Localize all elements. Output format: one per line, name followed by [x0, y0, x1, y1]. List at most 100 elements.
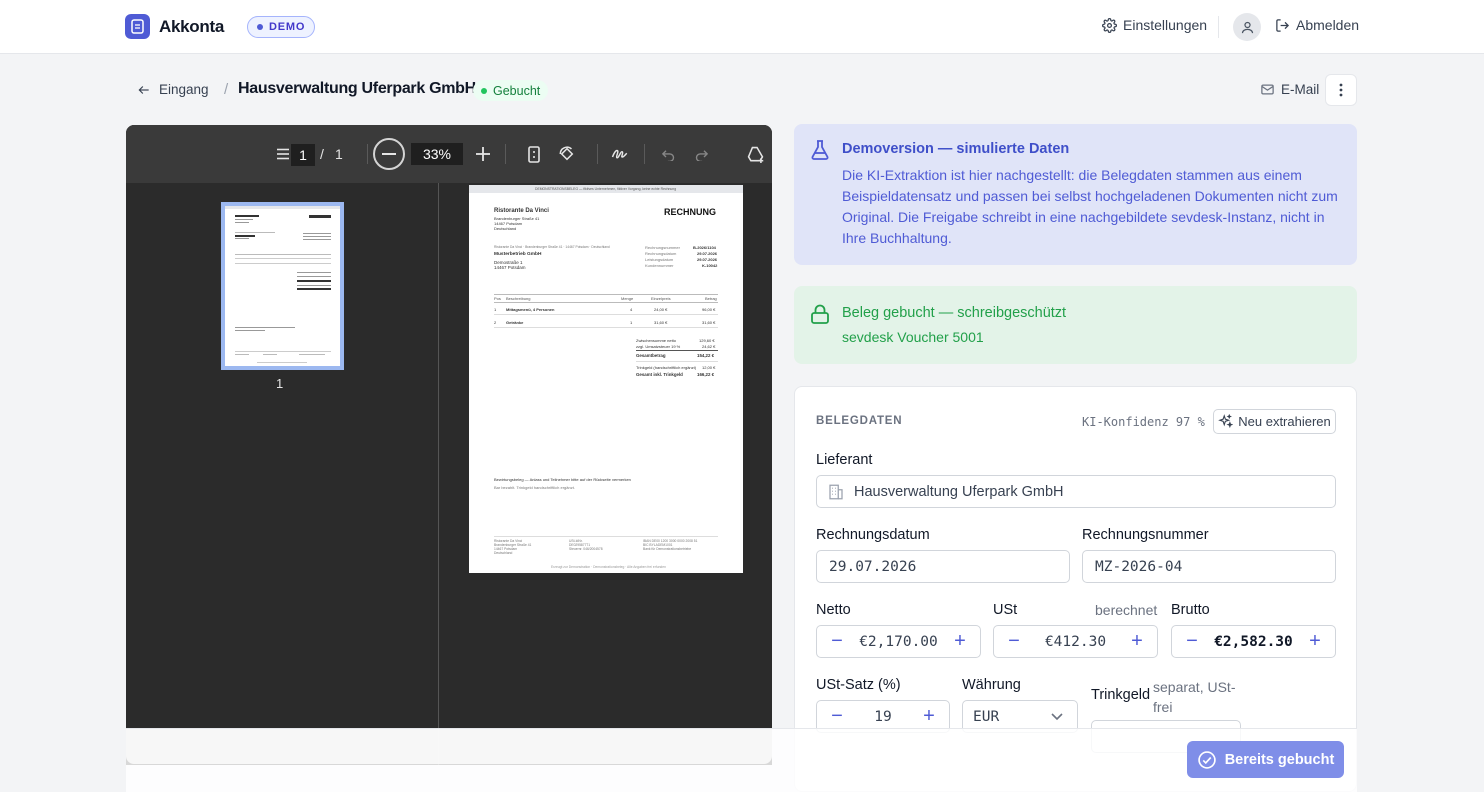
- more-vertical-icon: [1339, 83, 1343, 97]
- zoom-out-button[interactable]: [373, 138, 405, 170]
- net-stepper[interactable]: − €2,170.00 +: [816, 625, 981, 658]
- document-type: RECHNUNG: [664, 207, 717, 217]
- total-key: zzgl. Umsatzsteuer 19 %: [636, 344, 681, 349]
- toolbar-divider: [367, 144, 368, 164]
- meta-key: Rechnungsdatum: [645, 251, 677, 256]
- meta-value: K-10042: [702, 263, 718, 268]
- increment-icon[interactable]: +: [918, 705, 940, 727]
- zoom-in-icon[interactable]: [472, 143, 494, 165]
- footer-note: Erzeugt zur Demonstration · Demonstratio…: [551, 565, 666, 569]
- row-qty: 1: [630, 320, 633, 325]
- supplier-field[interactable]: Hausverwaltung Uferpark GmbH: [816, 475, 1336, 508]
- pdf-viewer: 1 / 1 33% 1 DEMONSTRATIONSBELEG — fiktiv…: [126, 125, 772, 765]
- email-button[interactable]: E-Mail: [1260, 82, 1319, 97]
- avatar[interactable]: [1233, 13, 1261, 41]
- vendor-name: Ristorante Da Vinci: [494, 208, 549, 214]
- increment-icon[interactable]: +: [1304, 630, 1326, 652]
- vendor-address-3: Deutschland: [494, 226, 517, 231]
- table-rule: [494, 302, 718, 303]
- more-actions-button[interactable]: [1325, 74, 1357, 106]
- divider: [1218, 16, 1219, 38]
- col-qty: Menge: [621, 296, 634, 301]
- row-unit: 24,00 €: [654, 307, 668, 312]
- rotate-icon[interactable]: [556, 143, 578, 165]
- footer-text: Bank für Demonstrationsbetriebe: [643, 547, 692, 551]
- mail-icon: [1261, 84, 1274, 95]
- meta-value: B-2026/1104: [693, 245, 716, 250]
- arrow-left-icon: [138, 85, 149, 94]
- booked-notice: Beleg gebucht — schreibgeschützt sevdesk…: [794, 286, 1357, 364]
- page-thumbnail[interactable]: [221, 202, 344, 370]
- row-amount: 96,00 €: [702, 307, 716, 312]
- toolbar-divider: [597, 144, 598, 164]
- increment-icon[interactable]: +: [949, 630, 971, 652]
- top-bar: Akkonta DEMO Einstellungen Abmelden: [0, 0, 1484, 54]
- invoice-date-field[interactable]: 29.07.2026: [816, 550, 1070, 583]
- demo-notice-text: Die KI-Extraktion ist hier nachgestellt:…: [842, 167, 1338, 246]
- badge-dot-icon: [257, 24, 263, 30]
- draw-icon[interactable]: [609, 143, 631, 165]
- invoice-date-label: Rechnungsdatum: [816, 527, 930, 543]
- undo-icon[interactable]: [657, 143, 679, 165]
- footer-text: Steuernr. 046/2004578: [569, 547, 603, 551]
- settings-link[interactable]: Einstellungen: [1102, 17, 1207, 33]
- meta-value: 29.07.2026: [697, 251, 718, 256]
- minus-icon: [382, 153, 396, 155]
- sparkles-icon: [1218, 414, 1234, 429]
- logout-link[interactable]: Abmelden: [1275, 17, 1359, 33]
- lock-icon: [811, 304, 829, 329]
- page-number-input[interactable]: 1: [291, 144, 315, 166]
- total-value: 154,22 €: [697, 353, 715, 358]
- meta-key: Leistungsdatum: [645, 257, 674, 262]
- row-pos: 2: [494, 320, 497, 325]
- reextract-button[interactable]: Neu extrahieren: [1213, 409, 1336, 434]
- gear-icon: [1102, 17, 1117, 33]
- document-page: DEMONSTRATIONSBELEG — fiktives Unternehm…: [469, 185, 743, 573]
- currency-label: Währung: [962, 677, 1021, 693]
- row-desc: Mittagsmenü, 4 Personen: [506, 307, 555, 312]
- email-label: E-Mail: [1281, 82, 1320, 97]
- logout-icon: [1276, 18, 1290, 32]
- chevron-down-icon: [1051, 713, 1063, 721]
- sender-line: Ristorante Da Vinci · Brandenburger Stra…: [494, 245, 610, 249]
- app-logo-icon[interactable]: [125, 14, 150, 39]
- col-pos: Pos: [494, 296, 501, 301]
- invoice-number-field[interactable]: MZ-2026-04: [1082, 550, 1336, 583]
- status-badge: Gebucht: [473, 80, 549, 101]
- page-separator: /: [320, 146, 324, 162]
- booked-notice-voucher: sevdesk Voucher 5001: [842, 329, 984, 345]
- booked-notice-title: Beleg gebucht — schreibgeschützt: [842, 305, 1067, 321]
- increment-icon[interactable]: +: [1126, 630, 1148, 652]
- col-desc: Beschreibung: [506, 296, 531, 301]
- vat-rate-label: USt-Satz (%): [816, 677, 901, 693]
- vat-stepper[interactable]: − €412.30 +: [993, 625, 1158, 658]
- user-icon: [1241, 21, 1253, 33]
- total-key: Gesamtbetrag: [636, 353, 666, 358]
- recipient-address-2: 14467 Potsdam: [494, 265, 526, 270]
- app-name[interactable]: Akkonta: [159, 17, 224, 37]
- table-rule: [494, 327, 718, 328]
- total-value: 24,62 €: [702, 344, 716, 349]
- back-link[interactable]: Eingang: [137, 82, 209, 97]
- gross-stepper[interactable]: − €2,582.30 +: [1171, 625, 1336, 658]
- zoom-level[interactable]: 33%: [411, 143, 463, 165]
- add-drive-icon[interactable]: [744, 143, 766, 165]
- back-label: Eingang: [159, 82, 209, 97]
- total-key: Trinkgeld (handschriftlich ergänzt): [636, 365, 697, 370]
- total-value: 12,00 €: [702, 365, 716, 370]
- row-desc: Getränke: [506, 320, 524, 325]
- settings-label: Einstellungen: [1123, 17, 1208, 33]
- invoice-number-label: Rechnungsnummer: [1082, 527, 1209, 543]
- logout-label: Abmelden: [1296, 17, 1360, 33]
- net-label: Netto: [816, 602, 851, 618]
- thumbnail-page-preview: [225, 206, 340, 366]
- breadcrumb-separator: /: [224, 81, 229, 98]
- row-pos: 1: [494, 307, 497, 312]
- pdf-toolbar: 1 / 1 33%: [126, 125, 772, 183]
- fit-page-icon[interactable]: [523, 143, 545, 165]
- row-amount: 31,60 €: [702, 320, 716, 325]
- supplier-value: Hausverwaltung Uferpark GmbH: [854, 483, 1064, 500]
- redo-icon[interactable]: [690, 143, 712, 165]
- already-booked-button[interactable]: Bereits gebucht: [1187, 741, 1344, 778]
- row-unit: 31,60 €: [654, 320, 668, 325]
